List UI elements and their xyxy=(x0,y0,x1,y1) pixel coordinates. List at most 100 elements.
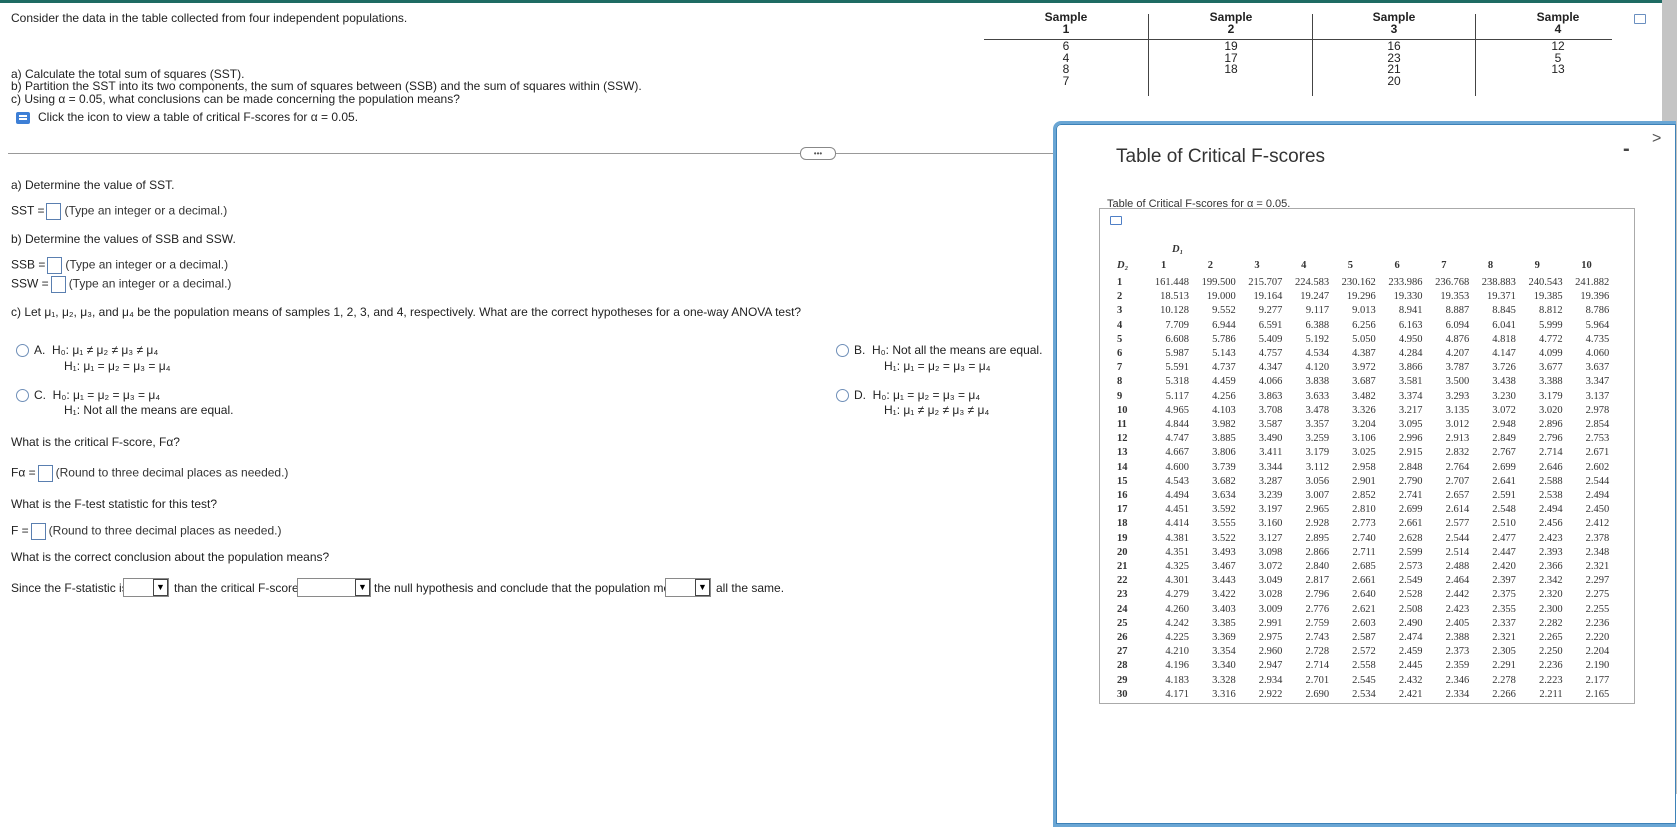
f-score-cell: 3.482 xyxy=(1352,390,1376,402)
f-score-cell: 224.583 xyxy=(1294,277,1330,288)
f-score-cell: 3.344 xyxy=(1258,461,1283,473)
f-score-cell: 3.012 xyxy=(1445,419,1470,430)
falpha-input[interactable] xyxy=(37,465,53,482)
option-b[interactable]: B. H₀: Not all the means are equal. xyxy=(836,343,1043,358)
option-c[interactable]: C. H₀: μ₁ = μ₂ = μ₃ = μ₄ xyxy=(16,388,160,403)
f-score-cell: 2.640 xyxy=(1352,589,1376,601)
radio-c[interactable] xyxy=(16,389,29,403)
d2-value: 13 xyxy=(1117,447,1128,459)
f-score-cell: 2.236 xyxy=(1585,617,1610,629)
option-a[interactable]: A. H₀: μ₁ ≠ μ₂ ≠ μ₃ ≠ μ₄ xyxy=(16,343,159,358)
f-score-cell: 3.637 xyxy=(1585,362,1610,374)
f-score-cell: 19.385 xyxy=(1533,291,1563,303)
f-score-cell: 19.353 xyxy=(1440,291,1470,303)
f-score-cell: 5.050 xyxy=(1352,333,1376,345)
f-score-cell: 2.753 xyxy=(1585,433,1610,445)
f-score-cell: 2.450 xyxy=(1585,504,1610,516)
f-score-cell: 3.369 xyxy=(1212,632,1236,643)
option-h0: H₀: μ₁ ≠ μ₂ ≠ μ₃ ≠ μ₄ xyxy=(52,343,159,357)
f-score-cell: 7.709 xyxy=(1165,319,1189,331)
f-score-cell: 3.739 xyxy=(1212,461,1236,473)
next-arrow-button[interactable]: > xyxy=(1652,130,1661,148)
option-h0: H₀: Not all the means are equal. xyxy=(872,343,1043,357)
copy-table-icon[interactable] xyxy=(1634,14,1646,24)
f-score-cell: 2.922 xyxy=(1258,688,1283,700)
f-score-cell: 4.260 xyxy=(1165,603,1189,615)
f-score-cell: 2.393 xyxy=(1538,546,1563,558)
f-col-header-8: 8 xyxy=(1487,260,1494,271)
f-score-cell: 2.661 xyxy=(1352,575,1376,587)
dropdown-arrow-icon[interactable]: ▼ xyxy=(355,579,370,596)
f-score-cell: 2.442 xyxy=(1445,589,1470,601)
f-score-cell: 3.633 xyxy=(1305,390,1330,402)
dropdown-arrow-icon[interactable]: ▼ xyxy=(695,579,710,596)
f-score-cell: 3.179 xyxy=(1538,390,1563,402)
f-score-cell: 2.621 xyxy=(1352,603,1376,615)
sentence-part-4: all the same. xyxy=(716,581,785,595)
column-divider xyxy=(1148,14,1149,96)
f-score-cell: 2.359 xyxy=(1445,660,1470,672)
f-score-cell: 4.844 xyxy=(1165,419,1189,430)
f-table-link[interactable]: Click the icon to view a table of critic… xyxy=(16,110,358,124)
f-score-cell: 2.646 xyxy=(1538,461,1563,473)
minimize-button[interactable]: - xyxy=(1623,138,1630,161)
ssw-input[interactable] xyxy=(50,276,66,293)
f-score-cell: 2.790 xyxy=(1398,475,1423,487)
f-score-cell: 6.256 xyxy=(1352,319,1376,331)
f-score-cell: 2.759 xyxy=(1305,617,1330,629)
f-score-cell: 6.608 xyxy=(1165,333,1189,345)
d2-value: 16 xyxy=(1117,490,1128,501)
f-score-cell: 2.711 xyxy=(1352,546,1376,558)
f-score-cell: 2.508 xyxy=(1398,603,1423,615)
f-score-cell: 3.009 xyxy=(1258,603,1283,615)
reject-dropdown[interactable]: ▼ xyxy=(297,578,371,597)
conclusion-question: What is the correct conclusion about the… xyxy=(11,550,330,564)
f-input[interactable] xyxy=(30,523,46,540)
more-button[interactable]: ••• xyxy=(800,147,836,160)
f-score-cell: 2.901 xyxy=(1352,475,1376,487)
copy-table-icon[interactable] xyxy=(1110,216,1122,225)
f-score-cell: 2.796 xyxy=(1538,433,1563,445)
f-score-cell: 2.934 xyxy=(1258,674,1283,686)
f-score-cell: 2.494 xyxy=(1538,504,1563,516)
f-score-cell: 2.913 xyxy=(1445,433,1470,445)
f-score-cell: 2.445 xyxy=(1398,660,1423,672)
f-score-cell: 2.587 xyxy=(1352,632,1376,643)
radio-d[interactable] xyxy=(836,389,849,403)
f-score-cell: 3.838 xyxy=(1305,376,1330,388)
f-score-cell: 3.385 xyxy=(1212,617,1236,629)
f-score-cell: 4.060 xyxy=(1585,348,1610,359)
table-book-icon[interactable] xyxy=(16,111,30,124)
radio-b[interactable] xyxy=(836,344,849,358)
f-score-cell: 5.591 xyxy=(1165,362,1189,374)
f-score-cell: 2.423 xyxy=(1445,603,1470,615)
sentence-part-3: the null hypothesis and conclude that th… xyxy=(374,581,690,595)
ssb-input[interactable] xyxy=(47,257,63,274)
sample-1-value: 7 xyxy=(1062,73,1070,88)
f-score-cell: 19.247 xyxy=(1300,291,1330,303)
f-score-cell: 2.421 xyxy=(1398,688,1423,700)
f-row: F = (Round to three decimal places as nee… xyxy=(11,523,281,540)
f-score-cell: 2.614 xyxy=(1445,504,1470,516)
radio-a[interactable] xyxy=(16,344,29,358)
f-score-cell: 3.374 xyxy=(1398,390,1423,402)
sample-3-value: 20 xyxy=(1387,73,1401,88)
dropdown-arrow-icon[interactable]: ▼ xyxy=(153,579,168,596)
f-col-header-5: 5 xyxy=(1347,260,1354,271)
f-score-cell: 2.423 xyxy=(1538,532,1563,544)
means-dropdown[interactable]: ▼ xyxy=(665,578,711,597)
f-hint: (Round to three decimal places as needed… xyxy=(48,523,282,538)
f-score-cell: 6.591 xyxy=(1258,319,1283,331)
f-score-cell: 2.671 xyxy=(1585,447,1610,459)
sst-input[interactable] xyxy=(46,203,62,220)
comparison-dropdown[interactable]: ▼ xyxy=(123,578,169,597)
f-score-cell: 2.355 xyxy=(1492,603,1516,615)
f-score-cell: 2.740 xyxy=(1352,532,1376,544)
f-score-cell: 2.965 xyxy=(1305,504,1330,516)
f-score-cell: 9.117 xyxy=(1305,305,1330,317)
f-score-cell: 2.588 xyxy=(1538,475,1563,487)
f-score-cell: 9.277 xyxy=(1258,305,1283,317)
f-score-cell: 3.592 xyxy=(1212,504,1236,516)
option-d[interactable]: D. H₀: μ₁ = μ₂ = μ₃ = μ₄ xyxy=(836,388,980,403)
d2-value: 28 xyxy=(1117,660,1128,672)
